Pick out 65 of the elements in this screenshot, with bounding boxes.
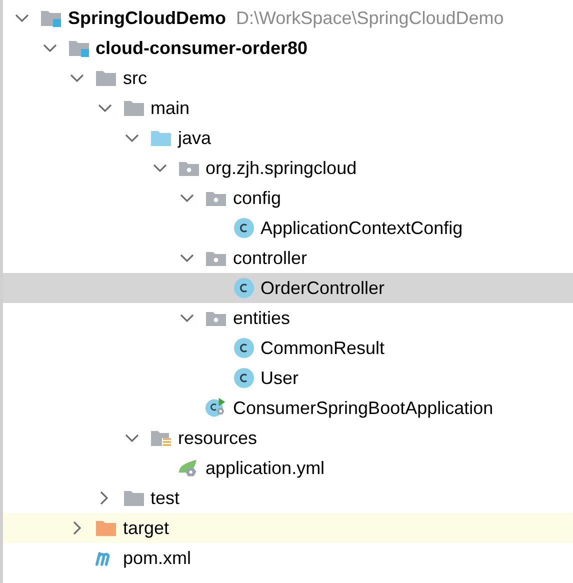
tree-row[interactable]: main xyxy=(3,93,573,123)
folder-icon xyxy=(150,128,172,148)
class-icon xyxy=(232,277,254,299)
chevron-down-icon[interactable] xyxy=(180,254,194,262)
node-label: resources xyxy=(178,428,258,448)
tree-row[interactable]: cloud-consumer-order80 xyxy=(3,33,573,63)
tree-row[interactable]: org.zjh.springcloud xyxy=(3,153,573,183)
tree-row[interactable]: SpringCloudDemo D:\WorkSpace\SpringCloudDemo xyxy=(3,3,573,33)
node-label: ConsumerSpringBootApplication xyxy=(233,398,494,418)
chevron-down-icon[interactable] xyxy=(98,104,112,112)
folder-icon xyxy=(122,488,144,508)
chevron-down-icon[interactable] xyxy=(125,434,139,442)
tree-row[interactable]: controller xyxy=(3,243,573,273)
tree-row[interactable]: resources xyxy=(3,423,573,453)
node-label: pom.xml xyxy=(123,548,192,568)
tree-row[interactable]: CommonResult xyxy=(3,333,573,363)
chevron-down-icon[interactable] xyxy=(70,74,84,82)
node-label: SpringCloudDemo xyxy=(68,8,226,28)
node-label: CommonResult xyxy=(260,338,385,358)
node-label: application.yml xyxy=(206,458,325,478)
chevron-down-icon[interactable] xyxy=(15,14,29,22)
spring-class-icon xyxy=(205,397,227,419)
chevron-down-icon[interactable] xyxy=(152,164,166,172)
tree-row[interactable]: ApplicationContextConfig xyxy=(3,213,573,243)
node-label: User xyxy=(260,368,299,388)
tree-row[interactable]: ConsumerSpringBootApplication xyxy=(3,393,573,423)
node-label: java xyxy=(178,128,212,148)
tree-row[interactable]: java xyxy=(3,123,573,153)
tree-row[interactable]: pom.xml xyxy=(3,543,573,573)
node-label: config xyxy=(233,188,282,208)
node-label: test xyxy=(150,488,180,508)
class-icon xyxy=(232,217,254,239)
node-label: cloud-consumer-order80 xyxy=(96,38,308,58)
tree-row[interactable]: src xyxy=(3,63,573,93)
module-folder-icon xyxy=(68,38,90,58)
module-folder-icon xyxy=(40,8,62,28)
chevron-right-icon[interactable] xyxy=(72,521,82,535)
node-label: target xyxy=(123,518,170,538)
tree-row[interactable]: application.yml xyxy=(3,453,573,483)
node-label: main xyxy=(150,98,190,118)
chevron-down-icon[interactable] xyxy=(180,314,194,322)
tree-row[interactable]: OrderController xyxy=(3,273,573,303)
chevron-down-icon[interactable] xyxy=(42,44,56,52)
node-label: controller xyxy=(233,248,308,268)
tree-row[interactable]: test xyxy=(3,483,573,513)
folder-icon xyxy=(95,68,117,88)
chevron-down-icon[interactable] xyxy=(180,194,194,202)
folder-icon xyxy=(95,518,117,538)
folder-icon xyxy=(122,98,144,118)
node-label: entities xyxy=(233,308,290,328)
spring-config-icon xyxy=(178,457,200,479)
resources-folder-icon xyxy=(150,428,172,448)
class-icon xyxy=(232,337,254,359)
tree-row[interactable]: target xyxy=(3,513,573,543)
node-label: src xyxy=(123,68,147,88)
node-label: org.zjh.springcloud xyxy=(206,158,357,178)
tree-row[interactable]: entities xyxy=(3,303,573,333)
path-hint: D:\WorkSpace\SpringCloudDemo xyxy=(236,8,504,28)
node-label: ApplicationContextConfig xyxy=(260,218,463,238)
chevron-right-icon[interactable] xyxy=(100,491,109,505)
class-icon xyxy=(232,367,254,389)
node-label: OrderController xyxy=(260,278,385,298)
tree-row[interactable]: config xyxy=(3,183,573,213)
tree-row[interactable]: User xyxy=(3,363,573,393)
chevron-down-icon[interactable] xyxy=(125,134,139,142)
